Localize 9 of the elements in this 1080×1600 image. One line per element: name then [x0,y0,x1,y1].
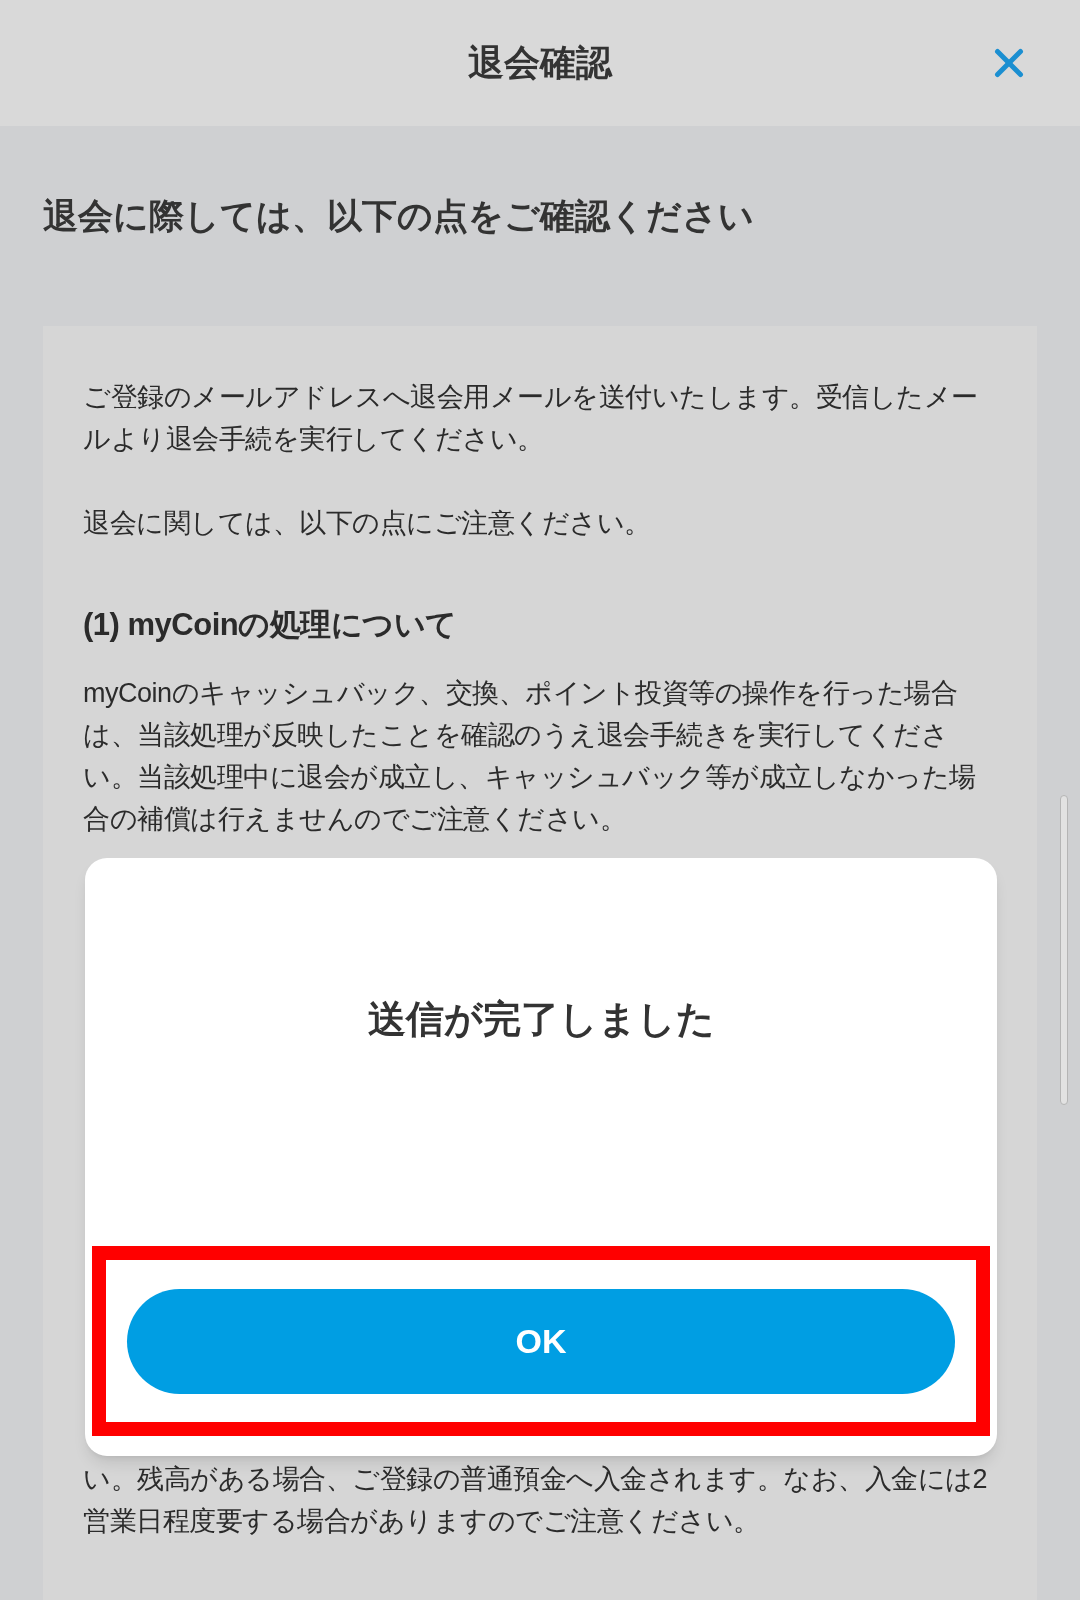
notice-paragraph: 退会に関しては、以下の点にご注意ください。 [83,507,652,540]
notice-paragraph: ご登録のメールアドレスへ退会用メールを送付いたします。受信したメールより退会手続を実行してください。 [83,381,979,456]
notice-paragraph: い。残高がある場合、ご登録の普通預金へ入金されます。なお、入金には2営業日程度要する場合がありますのでご注意ください。 [83,1463,989,1538]
dialog-message: 送信が完了しました [367,997,715,1042]
subsection-title: (1) myCoinの処理について [83,606,458,644]
ok-button[interactable]: OK [127,1288,955,1394]
section-heading: 退会に際しては、以下の点をご確認ください [43,195,755,237]
page-title: 退会確認 [468,41,612,85]
notice-paragraph: myCoinのキャッシュバック、交換、ポイント投資等の操作を行った場合は、当該処理が反映したことを確認のうえ退会手続きを実行してください。当該処理中に退会が成立し、キャッシュバック等が成立しなかった場合の補償は行えませんのでご注意ください。 [83,677,977,836]
